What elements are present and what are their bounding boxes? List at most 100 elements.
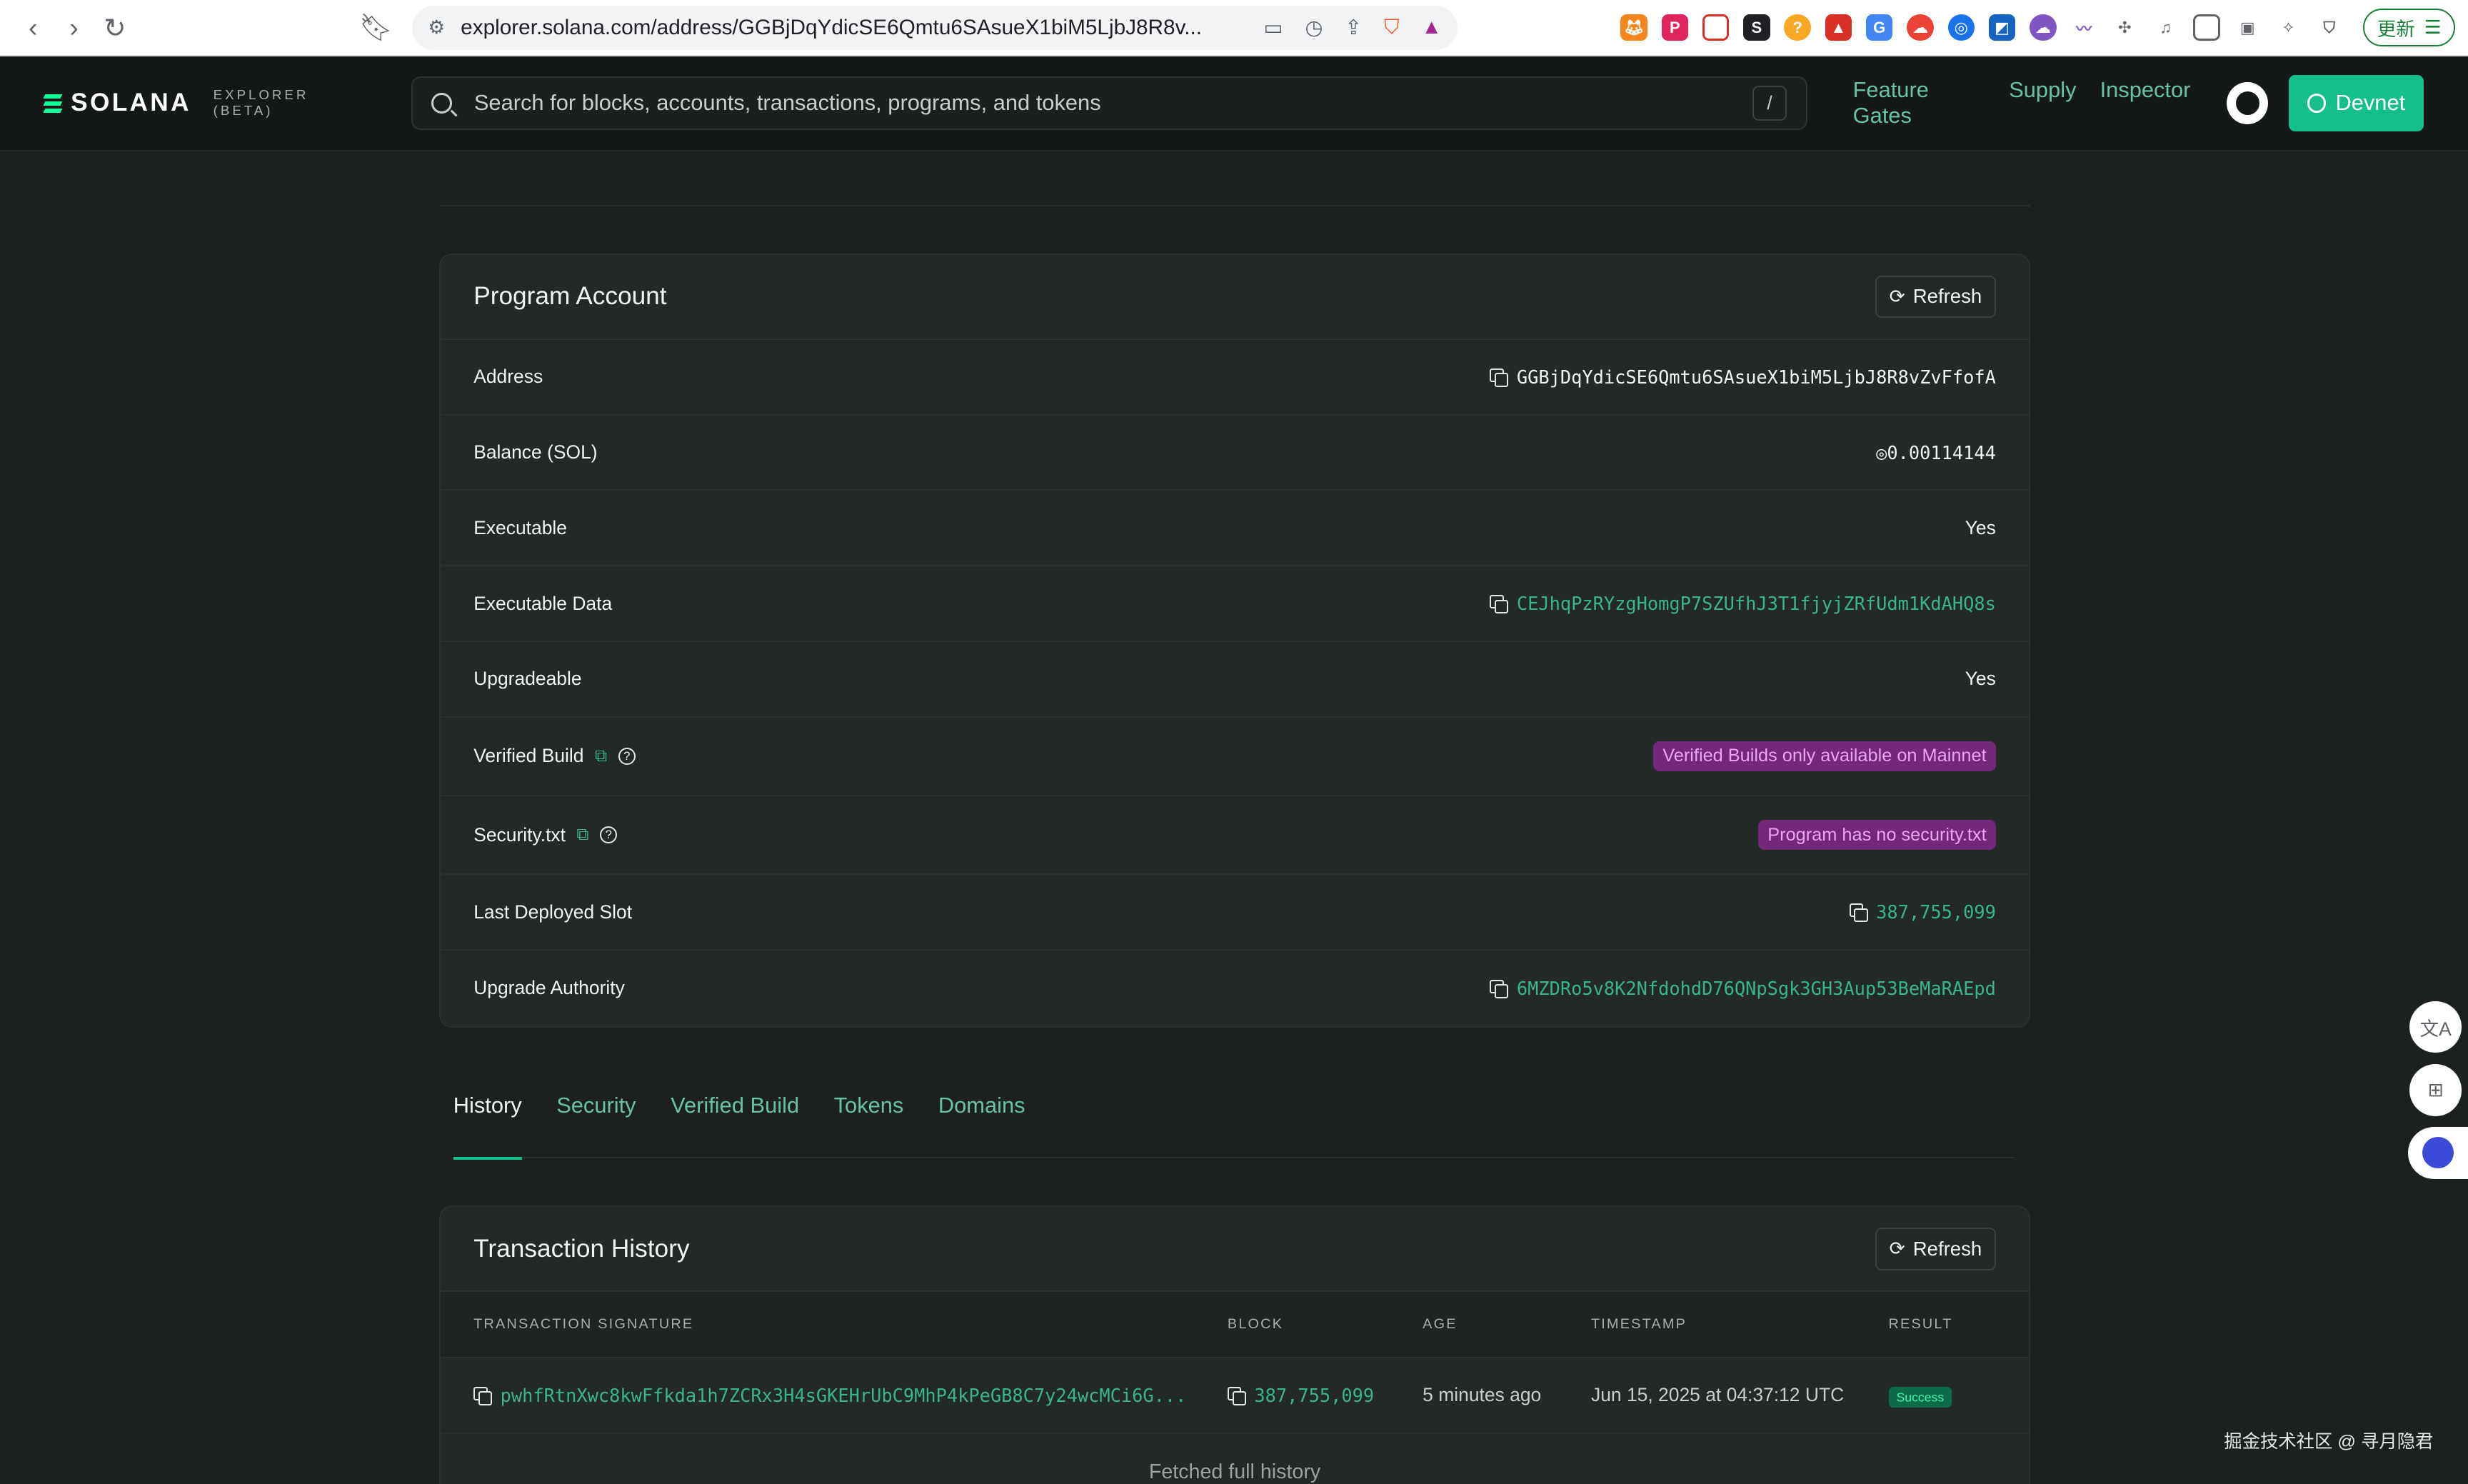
cast-icon[interactable]: ▭: [1264, 15, 1283, 40]
extension-target-icon[interactable]: [1702, 14, 1730, 41]
column-header: BLOCK: [1227, 1316, 1284, 1333]
timestamp-value: Jun 15, 2025 at 04:37:12 UTC: [1590, 1384, 1845, 1406]
solana-logo[interactable]: SOLANA EXPLORER (BETA): [43, 87, 368, 119]
extension-lock-icon[interactable]: ▲: [1825, 14, 1852, 41]
wallet-icon[interactable]: ▣: [2234, 14, 2261, 41]
copy-icon[interactable]: [1490, 594, 1509, 613]
leo-icon[interactable]: ✧: [2275, 14, 2302, 41]
search-input[interactable]: Search for blocks, accounts, transaction…: [411, 76, 1807, 130]
translate-icon[interactable]: G: [1865, 14, 1893, 41]
extension-globe-icon[interactable]: ◎: [1947, 14, 1975, 41]
assistant-float-icon[interactable]: [2408, 1127, 2468, 1179]
extension-wave-icon[interactable]: 〰: [2070, 14, 2097, 41]
history-icon[interactable]: ◷: [1305, 15, 1323, 40]
nav-inspector[interactable]: Inspector: [2100, 77, 2191, 129]
refresh-button[interactable]: ⟳ Refresh: [1875, 275, 1996, 319]
url-text: explorer.solana.com/address/GGBjDqYdicSE…: [461, 15, 1203, 39]
copy-icon[interactable]: [1849, 903, 1868, 922]
external-link-icon[interactable]: ⧉: [595, 746, 607, 766]
share-icon[interactable]: ⇪: [1345, 15, 1362, 40]
card-header: Transaction History ⟳ Refresh: [440, 1207, 2030, 1293]
tab-tokens[interactable]: Tokens: [834, 1093, 904, 1159]
tab-history[interactable]: History: [453, 1093, 522, 1160]
divider: [438, 204, 2031, 206]
translate-float-icon[interactable]: 文A: [2409, 1001, 2462, 1053]
column-header: TIMESTAMP: [1590, 1316, 1687, 1333]
github-icon[interactable]: [2227, 81, 2269, 125]
external-link-icon[interactable]: ⧉: [576, 825, 588, 845]
help-icon[interactable]: ?: [618, 747, 636, 765]
tab-domains[interactable]: Domains: [938, 1093, 1025, 1159]
account-tabs: History Security Verified Build Tokens D…: [453, 1093, 2015, 1160]
brave-rewards-icon[interactable]: ▲: [1421, 16, 1441, 39]
row-label: Executable: [473, 516, 567, 538]
table-row: pwhfRtnXwc8kwFfkda1h7ZCRx3H4sGKEHrUbC9Mh…: [440, 1358, 2030, 1434]
bookmark-icon[interactable]: 🔖︎: [356, 7, 396, 48]
row-verified-build: Verified Build ⧉ ? Verified Builds only …: [440, 718, 2030, 796]
verified-build-badge: Verified Builds only available on Mainne…: [1653, 741, 1996, 771]
transaction-history-card: Transaction History ⟳ Refresh TRANSACTIO…: [438, 1205, 2031, 1484]
sidebar-icon[interactable]: [2193, 14, 2220, 41]
logo-word: SOLANA: [71, 89, 191, 117]
refresh-icon: ⟳: [1889, 1238, 1905, 1260]
copy-icon[interactable]: [1490, 368, 1509, 387]
nav-supply[interactable]: Supply: [2009, 77, 2076, 129]
row-label: Balance (SOL): [473, 441, 598, 463]
header-nav: Feature Gates Supply Inspector: [1853, 77, 2191, 129]
extension-cloud2-icon[interactable]: ☁: [2030, 14, 2057, 41]
vpn-icon[interactable]: ⛉: [2316, 14, 2342, 41]
logo-subtitle: EXPLORER (BETA): [213, 87, 309, 119]
nav-feature-gates[interactable]: Feature Gates: [1853, 77, 1986, 129]
block-link[interactable]: 387,755,099: [1254, 1385, 1374, 1406]
tab-verified-build[interactable]: Verified Build: [671, 1093, 799, 1159]
row-upgradeable: Upgradeable Yes: [440, 642, 2030, 718]
refresh-label: Refresh: [1912, 1237, 1982, 1260]
row-balance: Balance (SOL) ◎0.00114144: [440, 416, 2030, 491]
solana-mark-icon: [43, 94, 63, 113]
tab-security[interactable]: Security: [556, 1093, 636, 1159]
signature-link[interactable]: pwhfRtnXwc8kwFfkda1h7ZCRx3H4sGKEHrUbC9Mh…: [501, 1385, 1187, 1406]
card-title: Transaction History: [473, 1234, 690, 1263]
extension-p-icon[interactable]: P: [1661, 14, 1689, 41]
help-icon[interactable]: ?: [600, 826, 618, 844]
copy-icon[interactable]: [473, 1386, 493, 1405]
row-label: Verified Build: [473, 745, 584, 767]
brave-shield-icon[interactable]: ⛉: [1384, 16, 1399, 39]
column-header: RESULT: [1888, 1316, 1953, 1333]
cluster-label: Devnet: [2335, 90, 2406, 116]
row-last-deployed-slot: Last Deployed Slot 387,755,099: [440, 875, 2030, 951]
copy-icon[interactable]: [1490, 979, 1509, 998]
site-settings-icon[interactable]: ⚙: [428, 16, 445, 39]
security-txt-badge: Program has no security.txt: [1758, 819, 1996, 851]
row-executable-data: Executable Data CEJhqPzRYzgHomgP7SZUfhJ3…: [440, 566, 2030, 642]
extension-blue-icon[interactable]: ◩: [1988, 14, 2016, 41]
age-value: 5 minutes ago: [1423, 1384, 1542, 1406]
browser-toolbar: ‹ › ↻ 🔖︎ ⚙ explorer.solana.com/address/G…: [0, 0, 2468, 57]
cluster-button[interactable]: Devnet: [2288, 74, 2424, 132]
search-shortcut-key: /: [1752, 86, 1787, 121]
extension-cloud-icon[interactable]: ☁: [1907, 14, 1934, 41]
extension-coin-icon[interactable]: ?: [1784, 14, 1811, 41]
copy-icon[interactable]: [1227, 1386, 1246, 1405]
metamask-icon[interactable]: 🦊︎: [1620, 14, 1647, 41]
result-badge: Success: [1888, 1386, 1952, 1408]
puzzle-icon[interactable]: ✣: [2112, 14, 2138, 41]
reload-icon[interactable]: ↻: [94, 7, 135, 48]
refresh-icon: ⟳: [1889, 285, 1905, 307]
music-icon[interactable]: ♫: [2152, 14, 2179, 41]
refresh-button[interactable]: ⟳ Refresh: [1875, 1228, 1996, 1270]
back-icon[interactable]: ‹: [13, 7, 54, 48]
update-label: 更新: [2377, 19, 2415, 41]
row-label: Last Deployed Slot: [473, 901, 633, 923]
forward-icon[interactable]: ›: [54, 7, 94, 48]
slot-link[interactable]: 387,755,099: [1876, 901, 1996, 923]
address-bar[interactable]: ⚙ explorer.solana.com/address/GGBjDqYdic…: [412, 5, 1458, 50]
update-button[interactable]: 更新 ☰: [2363, 9, 2456, 47]
row-address: Address GGBjDqYdicSE6Qmtu6SAsueX1biM5Ljb…: [440, 340, 2030, 416]
upgrade-authority-link[interactable]: 6MZDRo5v8K2NfdohdD76QNpSgk3GH3Aup53BeMaR…: [1517, 978, 1996, 999]
row-security-txt: Security.txt ⧉ ? Program has no security…: [440, 796, 2030, 876]
history-footer: Fetched full history: [1148, 1460, 1321, 1484]
extension-s-icon[interactable]: S: [1743, 14, 1770, 41]
executable-data-link[interactable]: CEJhqPzRYzgHomgP7SZUfhJ3T1fjyjZRfUdm1KdA…: [1517, 593, 1996, 614]
apps-float-icon[interactable]: ⊞: [2409, 1063, 2462, 1116]
